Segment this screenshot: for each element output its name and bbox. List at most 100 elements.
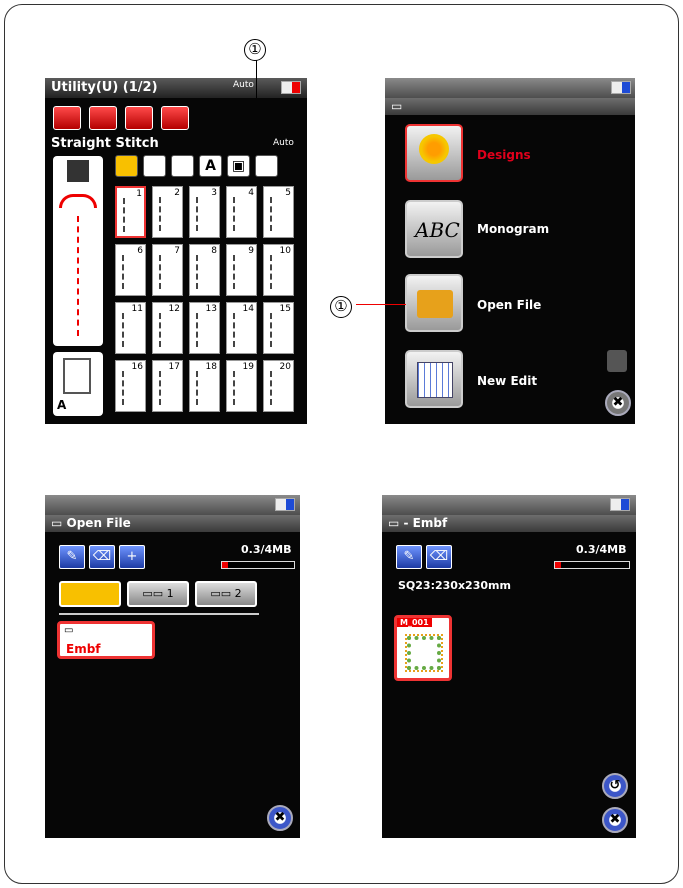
memory-bar-fill (222, 562, 228, 568)
memory-usage: 0.3/4MB (241, 543, 292, 556)
stitch-cell-1[interactable]: 1 (115, 186, 146, 238)
usb-icon: ▭▭ (142, 587, 167, 600)
stitch-cell-20[interactable]: 20 (263, 360, 294, 412)
stitch-pattern-icon (196, 313, 214, 347)
machine-status-icon (281, 81, 301, 94)
tab-letters[interactable]: A (199, 155, 222, 177)
back-button[interactable]: ↺ (602, 773, 628, 799)
stitch-pattern-icon (270, 313, 288, 347)
open-file-screen: ▭ Open File ✎ ⌫ + 0.3/4MB ▭▭ 1 ▭▭ 2 ▭ Em… (45, 495, 300, 838)
stitch-cell-15[interactable]: 15 (263, 302, 294, 354)
stitch-cell-13[interactable]: 13 (189, 302, 220, 354)
title-bar (45, 495, 300, 515)
usb-icon: ▭▭ (210, 587, 235, 600)
open-file-icon: ▭ (51, 516, 67, 530)
delete-button[interactable]: ⌫ (426, 545, 452, 569)
needle-up-button[interactable] (53, 106, 81, 130)
memory-bar (554, 561, 630, 569)
stitch-cell-5[interactable]: 5 (263, 186, 294, 238)
stitch-pattern-icon (233, 313, 251, 347)
folder-icon: ▭ (64, 625, 74, 636)
folder-item-embf[interactable]: ▭ Embf (57, 621, 155, 659)
stitch-cell-6[interactable]: 6 (115, 244, 146, 296)
close-button[interactable]: ✖ (602, 807, 628, 833)
delete-button[interactable]: ⌫ (89, 545, 115, 569)
title-bar (382, 495, 636, 515)
stitch-cell-8[interactable]: 8 (189, 244, 220, 296)
mode-switch-icon[interactable] (607, 350, 627, 372)
stitch-cell-14[interactable]: 14 (226, 302, 257, 354)
stitch-pattern-icon (196, 197, 214, 231)
machine-status-icon (611, 81, 631, 94)
close-button[interactable]: ✖ (267, 805, 293, 831)
close-button[interactable]: ✖ (605, 390, 631, 416)
stitch-pattern-icon (270, 371, 288, 405)
breadcrumb-icon: ▭ (388, 516, 404, 530)
file-name: M_001 (397, 618, 432, 627)
monogram-label: Monogram (477, 222, 550, 236)
stitch-cell-4[interactable]: 4 (226, 186, 257, 238)
foot-letter: A (57, 398, 67, 412)
hoop-info: SQ23:230x230mm (398, 579, 511, 592)
embf-folder-screen: ▭ - Embf ✎ ⌫ 0.3/4MB SQ23:230x230mm M_00… (382, 495, 636, 838)
tab-quilt[interactable] (255, 155, 278, 177)
stitch-cell-18[interactable]: 18 (189, 360, 220, 412)
memory-usage: 0.3/4MB (576, 543, 627, 556)
stitch-cell-11[interactable]: 11 (115, 302, 146, 354)
usb2-button[interactable]: ▭▭ 2 (195, 581, 257, 607)
stitch-length-button[interactable] (125, 106, 153, 130)
presser-foot-panel: A (53, 352, 103, 416)
new-edit-button[interactable] (405, 350, 463, 408)
stitch-pattern-icon (122, 313, 140, 347)
presser-foot-icon (67, 160, 89, 182)
stitch-cell-16[interactable]: 16 (115, 360, 146, 412)
stitch-pattern-icon (196, 371, 214, 405)
stitch-cell-12[interactable]: 12 (152, 302, 183, 354)
stitch-cell-7[interactable]: 7 (152, 244, 183, 296)
stitch-pattern-icon (123, 198, 141, 232)
open-file-button[interactable] (405, 274, 463, 332)
stitch-cell-17[interactable]: 17 (152, 360, 183, 412)
folder-name: Embf (66, 642, 101, 656)
new-edit-label: New Edit (477, 374, 538, 388)
tab-buttonhole[interactable] (143, 155, 166, 177)
memory-bar-fill (555, 562, 561, 568)
stitch-pattern-icon (159, 371, 177, 405)
usb1-button[interactable]: ▭▭ 1 (127, 581, 189, 607)
breadcrumb: - Embf (403, 516, 448, 530)
rename-button[interactable]: ✎ (396, 545, 422, 569)
callout-leader-line (256, 60, 257, 98)
title-bar (385, 78, 635, 98)
stitch-pattern-icon (159, 255, 177, 289)
sub-bar: ▭ (385, 98, 635, 115)
stitch-pattern-icon (122, 371, 140, 405)
stitch-cell-9[interactable]: 9 (226, 244, 257, 296)
monogram-button[interactable]: ABC (405, 200, 463, 258)
stitch-pattern-icon (233, 197, 251, 231)
folder-icon: ▣ (231, 158, 246, 174)
needle-position-button[interactable] (89, 106, 117, 130)
stitch-width-button[interactable] (161, 106, 189, 130)
stitch-pattern-icon (233, 371, 251, 405)
stitch-pattern-icon (159, 197, 177, 231)
machine-memory-button[interactable] (59, 581, 121, 607)
stitch-cell-2[interactable]: 2 (152, 186, 183, 238)
stitch-curve-icon (59, 194, 97, 208)
stitch-cell-10[interactable]: 10 (263, 244, 294, 296)
design-thumbnail (405, 634, 443, 672)
callout-1-top: ① (244, 35, 266, 61)
foot-icon (63, 358, 91, 394)
stitch-pattern-icon (122, 255, 140, 289)
stitch-pattern-icon (270, 255, 288, 289)
screen-title: Open File (66, 516, 131, 530)
designs-button[interactable] (405, 124, 463, 182)
tab-open-file[interactable]: ▣ (227, 155, 250, 177)
stitch-cell-3[interactable]: 3 (189, 186, 220, 238)
design-file-item[interactable]: M_001 (394, 615, 452, 681)
stitch-cell-19[interactable]: 19 (226, 360, 257, 412)
tab-utility[interactable] (115, 155, 138, 177)
rename-button[interactable]: ✎ (59, 545, 85, 569)
new-folder-button[interactable]: + (119, 545, 145, 569)
designs-label: Designs (477, 148, 531, 162)
tab-decorative[interactable] (171, 155, 194, 177)
